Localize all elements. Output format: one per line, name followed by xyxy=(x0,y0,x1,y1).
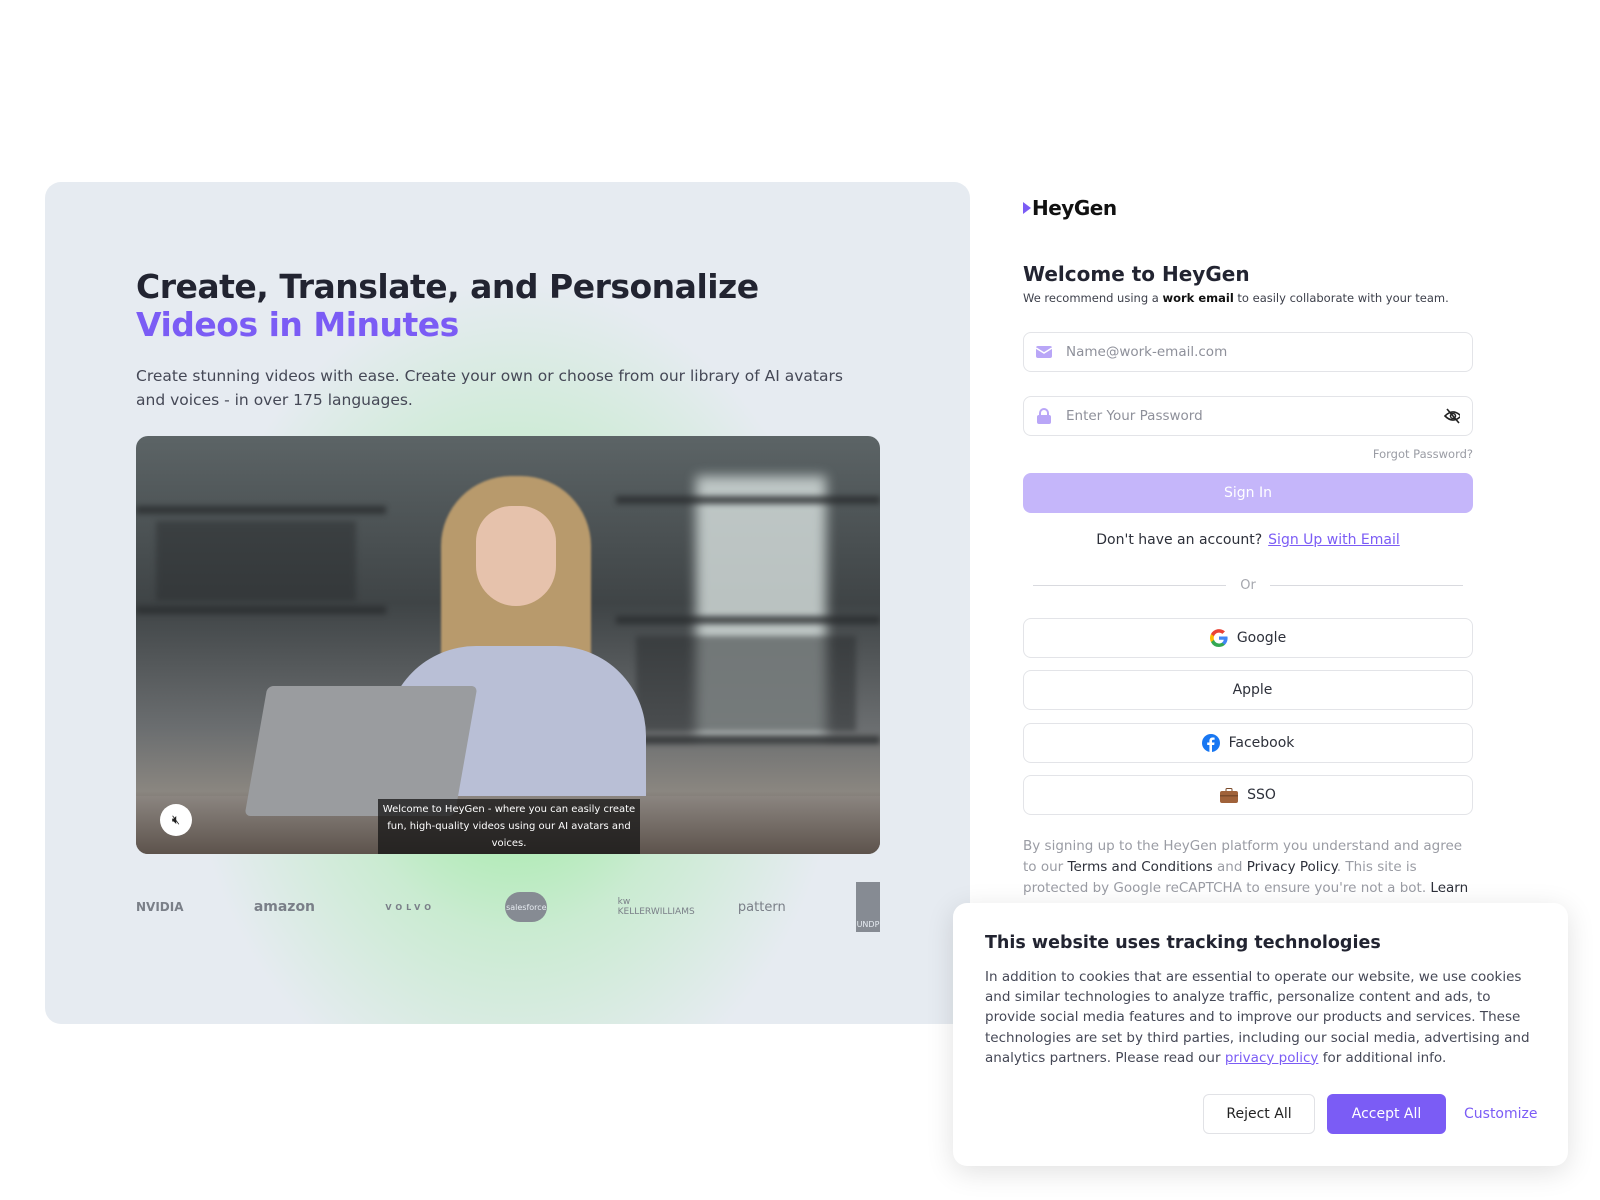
customize-button[interactable]: Customize xyxy=(1464,1106,1538,1122)
eye-off-icon[interactable] xyxy=(1444,408,1460,424)
cookie-body: In addition to cookies that are essentia… xyxy=(985,969,1530,1066)
cookie-title: This website uses tracking technologies xyxy=(985,933,1381,953)
hero-title: Create, Translate, and Personalize Videos… xyxy=(136,267,759,344)
hero-panel: Create, Translate, and Personalize Videos… xyxy=(45,182,970,1024)
speaker-muted-icon[interactable]: 🔇︎ xyxy=(160,804,192,836)
hero-description: Create stunning videos with ease. Create… xyxy=(136,367,843,409)
accept-all-button[interactable]: Accept All xyxy=(1327,1094,1446,1134)
apple-sign-in-button[interactable]: Apple xyxy=(1023,670,1473,710)
undp-logo: UNDP xyxy=(856,882,880,932)
sign-in-button[interactable]: Sign In xyxy=(1023,473,1473,513)
nvidia-logo: NVIDIA xyxy=(136,900,184,914)
cookie-banner: This website uses tracking technologies … xyxy=(953,903,1568,1166)
password-field[interactable] xyxy=(1023,396,1473,436)
briefcase-icon xyxy=(1220,787,1239,803)
volvo-logo: VOLVO xyxy=(385,902,436,912)
password-input[interactable] xyxy=(1066,408,1444,424)
welcome-subtitle: We recommend using a work email to easil… xyxy=(1023,291,1449,305)
reject-all-button[interactable]: Reject All xyxy=(1203,1094,1315,1134)
welcome-title: Welcome to HeyGen xyxy=(1023,262,1250,286)
facebook-sign-in-button[interactable]: Facebook xyxy=(1023,723,1473,763)
pattern-logo: pattern xyxy=(737,899,786,915)
signup-prompt: Don't have an account? Sign Up with Email xyxy=(1096,532,1400,548)
or-divider: Or xyxy=(1033,578,1464,593)
sign-up-link[interactable]: Sign Up with Email xyxy=(1268,532,1400,548)
salesforce-logo: salesforce xyxy=(505,892,548,922)
kw-logo: kw KELLERWILLIAMS xyxy=(617,897,695,917)
envelope-icon xyxy=(1036,344,1052,360)
heygen-logo: HeyGen xyxy=(1023,196,1117,220)
email-input[interactable] xyxy=(1066,344,1460,360)
forgot-password-link[interactable]: Forgot Password? xyxy=(1373,447,1473,461)
customer-logos: NVIDIA amazon VOLVO salesforce kw KELLER… xyxy=(136,882,880,932)
amazon-logo: amazon xyxy=(253,899,316,915)
privacy-policy-link[interactable]: Privacy Policy xyxy=(1247,859,1337,875)
email-field[interactable] xyxy=(1023,332,1473,372)
sso-sign-in-button[interactable]: SSO xyxy=(1023,775,1473,815)
cookie-privacy-link[interactable]: privacy policy xyxy=(1225,1050,1319,1066)
google-icon xyxy=(1209,629,1228,647)
facebook-icon xyxy=(1201,734,1220,752)
google-sign-in-button[interactable]: Google xyxy=(1023,618,1473,658)
terms-link[interactable]: Terms and Conditions xyxy=(1068,859,1213,875)
video-caption: Welcome to HeyGen - where you can easily… xyxy=(378,799,640,854)
demo-video[interactable]: 🔇︎ Welcome to HeyGen - where you can eas… xyxy=(136,436,880,854)
hero-title-highlight: Videos in Minutes xyxy=(136,305,459,344)
lock-icon xyxy=(1036,408,1052,424)
